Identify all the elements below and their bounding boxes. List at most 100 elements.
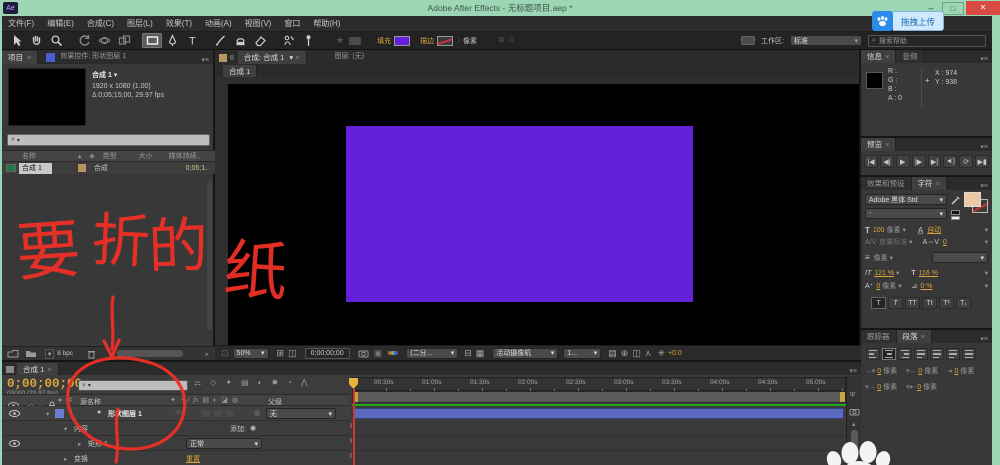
fill-swatch[interactable] [394,36,410,46]
bpc-button[interactable]: ▾ [45,349,54,359]
parent-pickwhip-icon[interactable]: ◎ [254,409,260,417]
shy-switch-icon[interactable]: ✦ [170,396,176,404]
tab-audio[interactable]: 音频 [896,50,924,63]
paragraph-field-2[interactable]: ⇥0像素 [947,366,988,376]
visibility-eye-icon[interactable] [9,440,20,447]
menu-item-0[interactable]: 文件(F) [8,18,34,29]
stroke-style-select[interactable]: ▾ [932,252,988,263]
align-justify-left-button[interactable] [914,348,928,360]
menu-item-6[interactable]: 视图(V) [245,18,272,29]
menu-item-5[interactable]: 动画(A) [205,18,232,29]
brainstorm-icon[interactable]: ✸ [271,378,278,387]
collapse-switch-icon[interactable]: ◔ [180,397,184,404]
ram-preview-button[interactable]: ▶▮ [975,155,989,168]
visibility-eye-icon[interactable] [9,410,20,417]
project-row-comp1[interactable]: 合成 1 合成 0;05;1.. [2,162,215,174]
indent-value[interactable]: 0 [877,384,881,391]
shield-icon[interactable]: ⛨ [850,392,855,400]
pen-tool[interactable] [162,33,182,48]
menu-item-4[interactable]: 效果(T) [166,18,192,29]
rectangle-row[interactable]: ▸ 矩形 1 正常▾ [2,436,350,451]
comp-viewport[interactable] [228,84,859,345]
auto-keyframe-icon[interactable]: ◔ [287,378,292,387]
blend-mode-select[interactable]: 正常▾ [186,438,262,449]
stroke-label[interactable]: 描边 [420,36,434,46]
motion-blur-icon[interactable]: ◐ [258,378,263,387]
menu-item-2[interactable]: 合成(C) [87,18,114,29]
upload-paw-icon[interactable] [872,11,893,31]
char-fill-swatch[interactable] [964,192,981,207]
motion-blur-switch-icon[interactable]: ◐ [213,397,217,404]
pixel-aspect-icon[interactable]: ▤ [608,348,617,358]
timeline-timecode[interactable]: 0;00;00;00 [7,377,82,391]
layer-label-swatch[interactable] [55,409,64,418]
tab-character[interactable]: 字符× [912,177,947,190]
upload-badge[interactable]: 拖拽上传 [872,11,944,31]
frame-blend-switch-icon[interactable]: ▤ [202,396,209,404]
3d-switch-icon[interactable]: ◍ [232,396,238,404]
time-ruler[interactable]: 00:30s01:00s01:30s02:00s02:30s03:00s03:3… [352,377,846,391]
view-count-select[interactable]: 1...▾ [563,348,601,359]
camera-edge-icon[interactable] [849,408,860,416]
panel-menu-icon[interactable]: ▾≡ [976,143,992,151]
roi-icon[interactable]: ⊟ [464,348,472,358]
menu-item-3[interactable]: 图层(L) [127,18,153,29]
layer-name[interactable]: 形状图层 1 [108,409,142,419]
zoom-select[interactable]: 50%▾ [233,348,269,359]
baseline-shift-value[interactable]: 0 [876,283,880,290]
stroke-width-unit[interactable]: 像素 [874,253,888,263]
tab-project[interactable]: 项目× [2,51,38,64]
kerning-value[interactable]: 度量标准 [879,237,907,247]
layer-duration-bar[interactable] [354,408,844,419]
faux-style-1[interactable]: T [888,297,903,309]
pan-behind-tool[interactable] [114,33,134,48]
rotate-tool[interactable] [74,33,94,48]
paragraph-field-1[interactable]: ≡←0像素 [906,366,947,376]
transform-label[interactable]: 变换 [74,454,88,464]
transform-row[interactable]: ▸ 变换 重置 [2,451,350,465]
menu-item-8[interactable]: 帮助(H) [313,18,340,29]
graph-editor-icon[interactable]: ⋀ [301,378,308,387]
align-justify-center-button[interactable] [930,348,944,360]
show-snapshot-icon[interactable]: ▣ [374,348,383,358]
reset-link[interactable]: 重置 [186,454,200,464]
draft-3d-icon[interactable]: ◇ [210,378,216,387]
paragraph-field-3[interactable]: ≡→0像素 [865,382,906,392]
faux-style-3[interactable]: Tt [922,297,937,309]
snapshot-icon[interactable] [358,349,369,358]
flowchart-icon[interactable]: ⋏ [645,348,652,358]
trash-icon[interactable] [87,349,96,359]
indent-value[interactable]: 0 [917,384,921,391]
adjustment-switch-icon[interactable]: ◪ [221,396,228,404]
bpc-label[interactable]: 8 bpc [57,350,73,357]
camera-select[interactable]: 活动摄像机▾ [492,348,558,359]
faux-style-5[interactable]: T₁ [956,297,971,309]
tab-paragraph[interactable]: 段落× [897,330,932,343]
selection-tool[interactable] [6,33,26,48]
font-family-select[interactable]: Adobe 黑体 Std▾ [865,194,947,205]
resolution-select[interactable]: (二分...▾ [406,348,458,359]
mini-flowchart-icon[interactable]: ⚎ [194,378,201,387]
font-style-select[interactable]: -▾ [865,208,947,219]
font-size-value[interactable]: 100 [873,227,885,234]
puppet-pin-tool[interactable] [298,33,318,48]
tab-info[interactable]: 信息× [861,50,896,63]
zoom-tool[interactable] [46,33,66,48]
h-scrollbar[interactable] [117,350,183,357]
panel-menu-icon[interactable]: ▾≡ [845,367,861,375]
frame-blend-icon[interactable]: ▤ [241,378,249,387]
transparency-grid-icon[interactable]: ▦ [476,348,485,358]
rect-name[interactable]: 矩形 1 [88,439,108,449]
fast-preview-icon[interactable]: ⊕ [621,348,629,358]
timeline-search-input[interactable]: ⌕▾ [78,380,188,391]
audio-mute-button[interactable]: ◄) [943,155,957,168]
menu-item-1[interactable]: 编辑(E) [47,18,74,29]
faux-style-0[interactable]: T [871,297,886,309]
faux-style-2[interactable]: TT [905,297,920,309]
menu-item-7[interactable]: 窗口 [284,18,300,29]
align-justify-right-button[interactable] [946,348,960,360]
eyedropper-icon[interactable] [951,195,961,205]
shy-icon[interactable]: ✦ [225,378,232,387]
folder-icon[interactable] [25,349,37,358]
timeline-tab[interactable]: 合成 1× [17,363,59,375]
